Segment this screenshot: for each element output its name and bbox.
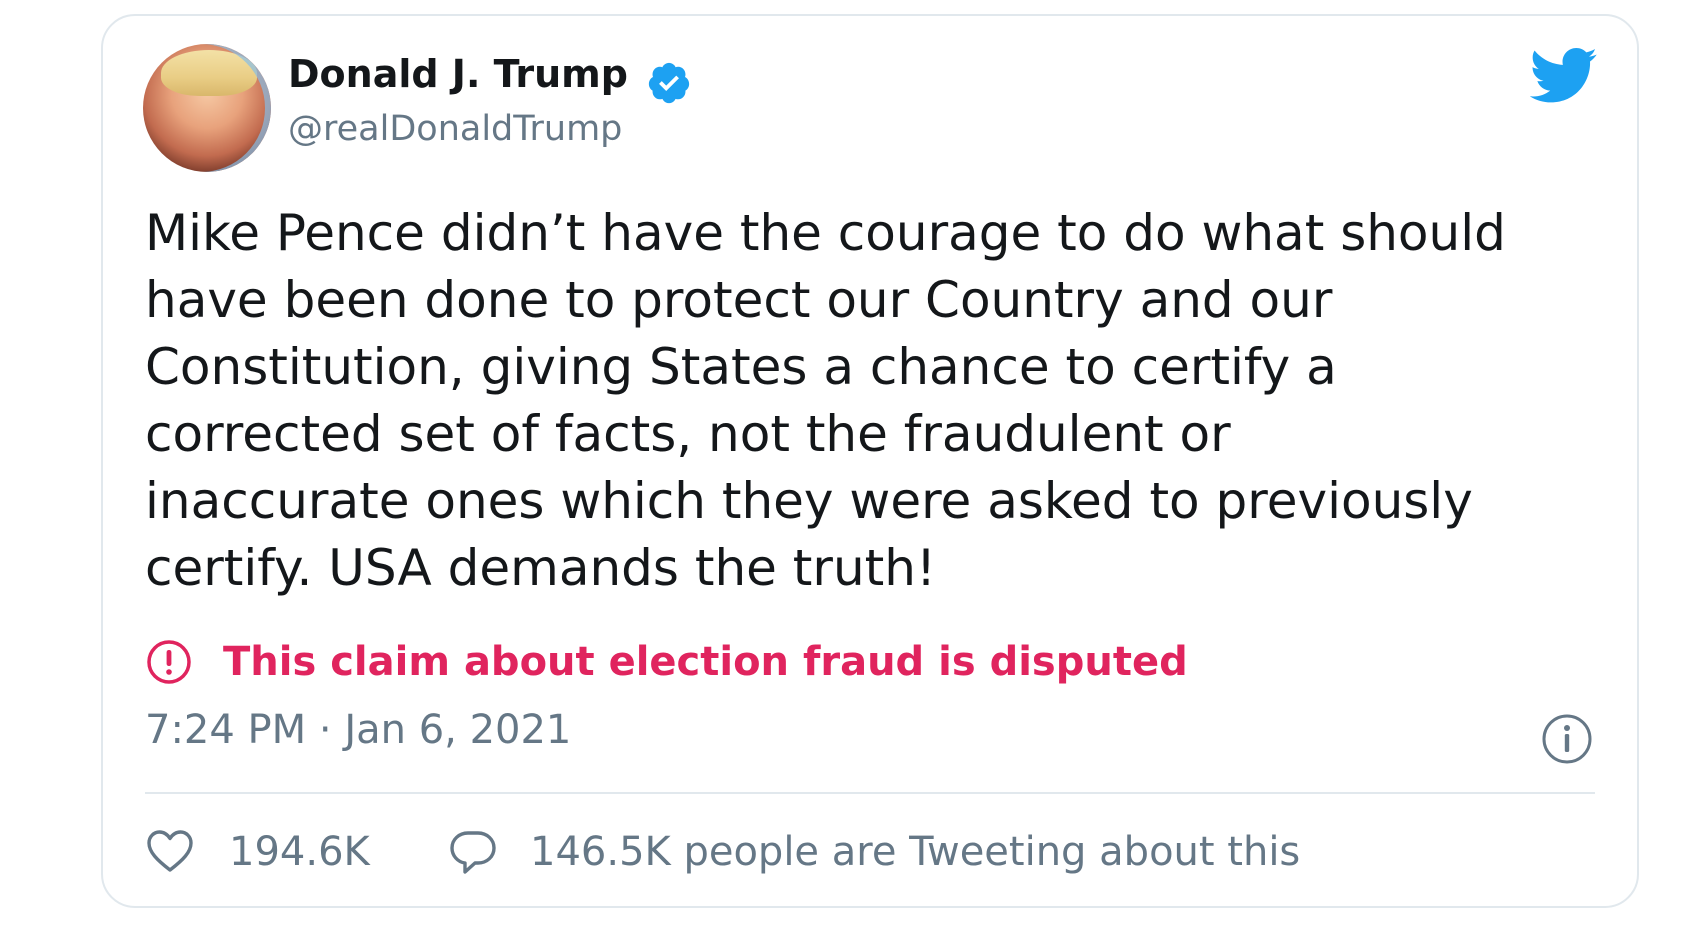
conversation-text: 146.5K people are Tweeting about this — [530, 829, 1301, 875]
tweet-text: Mike Pence didn’t have the courage to do… — [145, 200, 1615, 602]
tweet-text-line: Constitution, giving States a chance to … — [145, 338, 1337, 396]
conversation-link[interactable]: 146.5K people are Tweeting about this — [448, 824, 1300, 880]
twitter-bird-icon[interactable] — [1530, 46, 1598, 106]
divider — [145, 792, 1595, 794]
tweet-text-line: have been done to protect our Country an… — [145, 271, 1333, 329]
avatar-ring — [143, 44, 271, 172]
heart-icon — [147, 830, 193, 872]
disputed-claim-link[interactable]: This claim about election fraud is dispu… — [145, 636, 1188, 688]
tweet-text-line: corrected set of facts, not the fraudule… — [145, 405, 1231, 463]
tweet-text-line: Mike Pence didn’t have the courage to do… — [145, 204, 1506, 262]
author-avatar[interactable] — [143, 44, 271, 172]
exclamation-circle-icon — [147, 640, 191, 684]
disputed-claim-label: This claim about election fraud is dispu… — [223, 639, 1188, 685]
speech-bubble-icon — [450, 831, 496, 874]
info-icon[interactable] — [1540, 712, 1594, 766]
like-count: 194.6K — [229, 829, 370, 875]
tweet-timestamp[interactable]: 7:24 PM · Jan 6, 2021 — [145, 706, 571, 754]
verified-badge-icon — [648, 62, 690, 104]
like-button[interactable]: 194.6K — [145, 824, 370, 880]
tweet-text-line: inaccurate ones which they were asked to… — [145, 472, 1473, 530]
tweet-text-line: certify. USA demands the truth! — [145, 539, 936, 597]
author-display-name[interactable]: Donald J. Trump — [288, 52, 628, 98]
author-handle[interactable]: @realDonaldTrump — [288, 108, 622, 150]
